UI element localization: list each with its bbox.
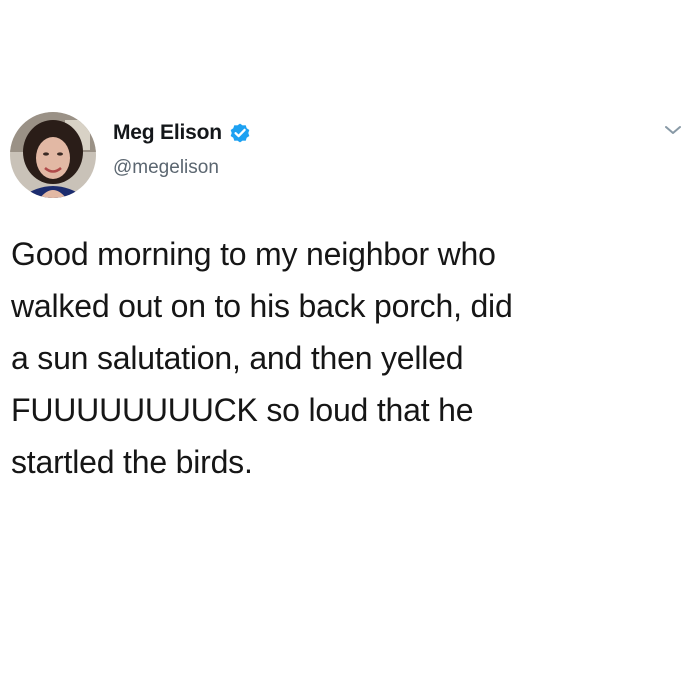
author-name-row: Meg Elison xyxy=(113,118,252,148)
tweet-text: Good morning to my neighbor who walked o… xyxy=(11,236,513,480)
author-handle[interactable]: @megelison xyxy=(113,157,219,179)
profile-photo-icon xyxy=(10,112,96,198)
verified-badge-icon xyxy=(228,121,252,145)
tweet-card: Meg Elison @megelison Good morning to my… xyxy=(0,0,700,700)
chevron-down-icon[interactable] xyxy=(662,121,684,139)
author-display-name[interactable]: Meg Elison xyxy=(113,121,222,145)
avatar[interactable] xyxy=(10,112,96,198)
